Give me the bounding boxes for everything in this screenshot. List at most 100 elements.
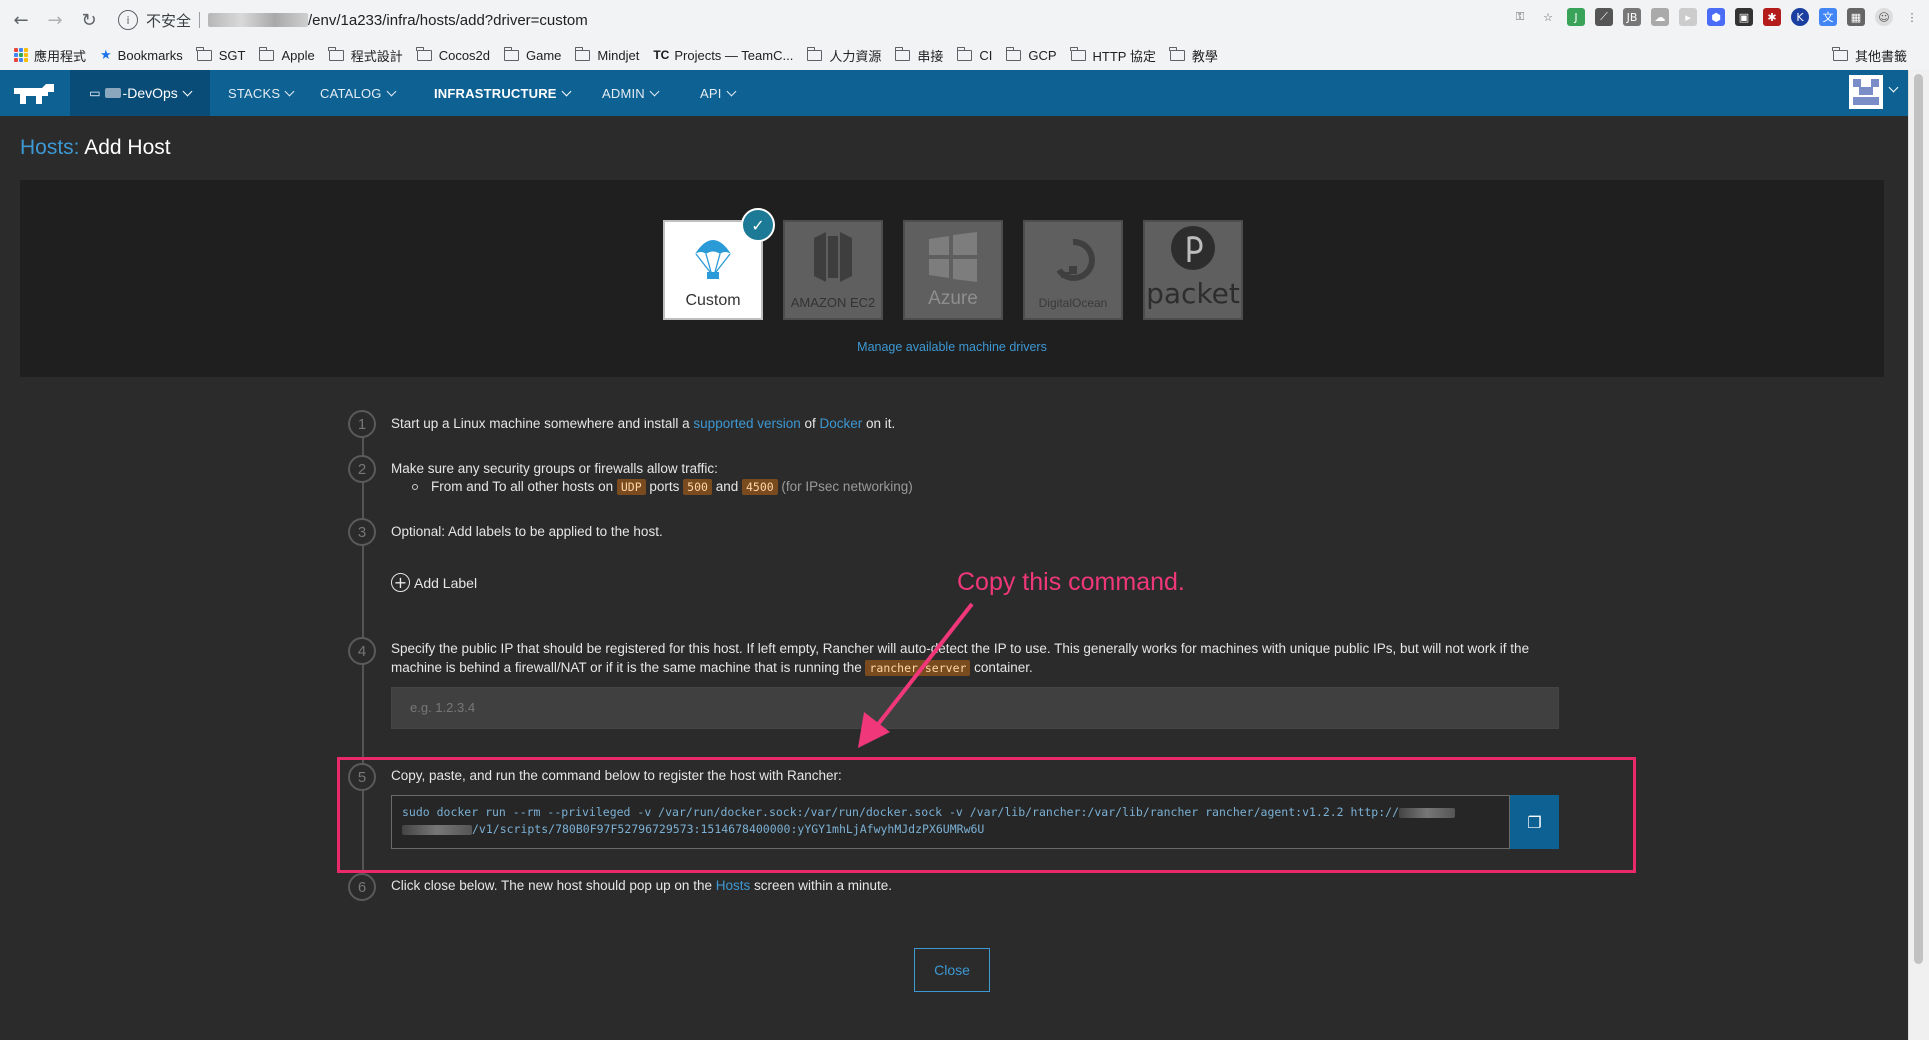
extension-icon[interactable]: ▸: [1679, 8, 1697, 26]
bookmark-folder[interactable]: 串接: [894, 46, 943, 65]
extension-icon[interactable]: K: [1791, 8, 1809, 26]
chevron-down-icon: [284, 86, 295, 96]
scrollbar-thumb[interactable]: [1914, 74, 1923, 964]
chevron-down-icon: [182, 86, 193, 96]
reload-icon[interactable]: ↻: [76, 7, 102, 33]
command-line: sudo docker run --rm --privileged -v /va…: [402, 805, 1399, 819]
text: of: [800, 416, 820, 431]
folder-icon: [1005, 46, 1022, 61]
chevron-down-icon: [386, 86, 397, 96]
nav-catalog[interactable]: CATALOG: [320, 70, 397, 116]
bookmark-folder[interactable]: CI: [956, 46, 992, 63]
driver-list: Custom ✓ AMAZON EC2 Azure DigitalOcean p…: [663, 208, 1243, 320]
folder-icon: [328, 46, 344, 61]
amazon-ec2-icon: [814, 232, 852, 282]
extension-icon[interactable]: ▣: [1735, 8, 1753, 26]
folder-icon: [196, 46, 212, 61]
forward-icon[interactable]: →: [42, 7, 68, 33]
bookmark-folder[interactable]: Game: [503, 46, 561, 63]
nav-infrastructure[interactable]: INFRASTRUCTURE: [434, 70, 572, 116]
bookmark-star-icon[interactable]: ☆: [1539, 8, 1557, 26]
driver-packet[interactable]: packet: [1143, 220, 1243, 320]
folder-icon: [956, 46, 973, 61]
add-label-button[interactable]: + Add Label: [391, 573, 477, 592]
bookmark-folder[interactable]: SGT: [196, 46, 245, 63]
page-title-text: Add Host: [84, 136, 171, 159]
address-bar[interactable]: i 不安全 /env/1a233/infra/hosts/add?driver=…: [110, 6, 1470, 34]
extension-icon[interactable]: ⬢: [1707, 8, 1725, 26]
nav-api[interactable]: API: [700, 70, 737, 116]
nav-stacks[interactable]: STACKS: [228, 70, 295, 116]
bookmark-bookmarks[interactable]: ★ Bookmarks: [100, 48, 183, 63]
chevron-down-icon[interactable]: [1888, 82, 1899, 93]
menu-icon[interactable]: ⋮: [1903, 8, 1921, 26]
url-text: /env/1a233/infra/hosts/add?driver=custom: [308, 11, 588, 29]
step-5-text: Copy, paste, and run the command below t…: [391, 768, 842, 783]
scrollbar[interactable]: [1908, 70, 1929, 1040]
insecure-label: 不安全: [146, 12, 192, 30]
extension-icon[interactable]: J: [1567, 8, 1585, 26]
bookmark-folder[interactable]: Mindjet: [574, 46, 640, 63]
bookmark-folder[interactable]: 教學: [1169, 46, 1218, 65]
folder-icon: [806, 46, 823, 61]
folder-icon: [574, 46, 591, 61]
environment-icon: ▭: [89, 86, 101, 100]
key-icon[interactable]: ⚿: [1511, 8, 1529, 26]
nav-label: STACKS: [228, 85, 281, 101]
translate-icon[interactable]: 文: [1819, 8, 1837, 26]
extension-icon[interactable]: ▦: [1847, 8, 1865, 26]
bookmark-folder[interactable]: HTTP 協定: [1070, 46, 1156, 65]
driver-digitalocean[interactable]: DigitalOcean: [1023, 220, 1123, 320]
chevron-down-icon: [561, 86, 572, 96]
extension-icon[interactable]: ⟋: [1595, 8, 1613, 26]
rancher-logo-icon[interactable]: [12, 82, 56, 106]
star-icon: ★: [100, 47, 112, 63]
close-button[interactable]: Close: [914, 948, 990, 992]
parachute-icon: [695, 240, 731, 279]
extension-icon[interactable]: JB: [1623, 8, 1641, 26]
nav-admin[interactable]: ADMIN: [602, 70, 660, 116]
bookmark-label: Bookmarks: [117, 47, 183, 63]
text: and: [711, 479, 742, 494]
text: screen within a minute.: [750, 878, 893, 893]
profile-icon[interactable]: ☺: [1875, 8, 1893, 26]
add-label-text: Add Label: [414, 574, 478, 591]
driver-custom[interactable]: Custom ✓: [663, 208, 775, 320]
bookmark-folder[interactable]: GCP: [1005, 46, 1057, 63]
nav-label: CATALOG: [320, 85, 382, 101]
nav-label: INFRASTRUCTURE: [434, 85, 557, 101]
register-command[interactable]: sudo docker run --rm --privileged -v /va…: [391, 795, 1510, 849]
bookmark-apps[interactable]: 應用程式: [0, 46, 86, 65]
supported-version-link[interactable]: supported version: [693, 416, 800, 431]
step-number: 2: [348, 455, 376, 483]
browser-chrome: ← → ↻ i 不安全 /env/1a233/infra/hosts/add?d…: [0, 0, 1929, 71]
bookmark-folder[interactable]: 程式設計: [328, 46, 403, 65]
back-icon[interactable]: ←: [8, 7, 34, 33]
copy-button[interactable]: ❐: [1510, 795, 1559, 849]
bookmark-teamcity[interactable]: TC Projects — TeamC...: [653, 48, 793, 63]
avatar[interactable]: [1849, 75, 1883, 109]
bookmark-label: Mindjet: [597, 47, 640, 63]
bookmark-folder[interactable]: 人力資源: [806, 46, 881, 65]
manage-drivers-link[interactable]: Manage available machine drivers: [20, 340, 1884, 354]
driver-azure[interactable]: Azure: [903, 220, 1003, 320]
info-icon[interactable]: i: [118, 10, 138, 30]
breadcrumb[interactable]: Hosts:: [20, 136, 80, 159]
environment-switcher[interactable]: ▭ -DevOps: [70, 70, 210, 116]
docker-link[interactable]: Docker: [820, 416, 863, 431]
driver-label: Custom: [685, 292, 741, 309]
other-bookmarks[interactable]: 其他書籤: [1832, 46, 1907, 65]
step-2-detail: From and To all other hosts on UDP ports…: [431, 477, 913, 497]
bookmark-folder[interactable]: Cocos2d: [416, 46, 490, 63]
redacted-host: [208, 13, 309, 27]
step-number: 5: [348, 763, 376, 791]
extension-icon[interactable]: ☁: [1651, 8, 1669, 26]
other-bookmarks-label: 其他書籤: [1854, 49, 1907, 64]
driver-amazon-ec2[interactable]: AMAZON EC2: [783, 220, 883, 320]
annotation-text: Copy this command.: [957, 568, 1185, 596]
bookmark-folder[interactable]: Apple: [258, 46, 315, 63]
extension-icon[interactable]: ✱: [1763, 8, 1781, 26]
digitalocean-icon: [1056, 238, 1095, 281]
hosts-link[interactable]: Hosts: [716, 878, 751, 893]
step-number: 6: [348, 873, 376, 901]
